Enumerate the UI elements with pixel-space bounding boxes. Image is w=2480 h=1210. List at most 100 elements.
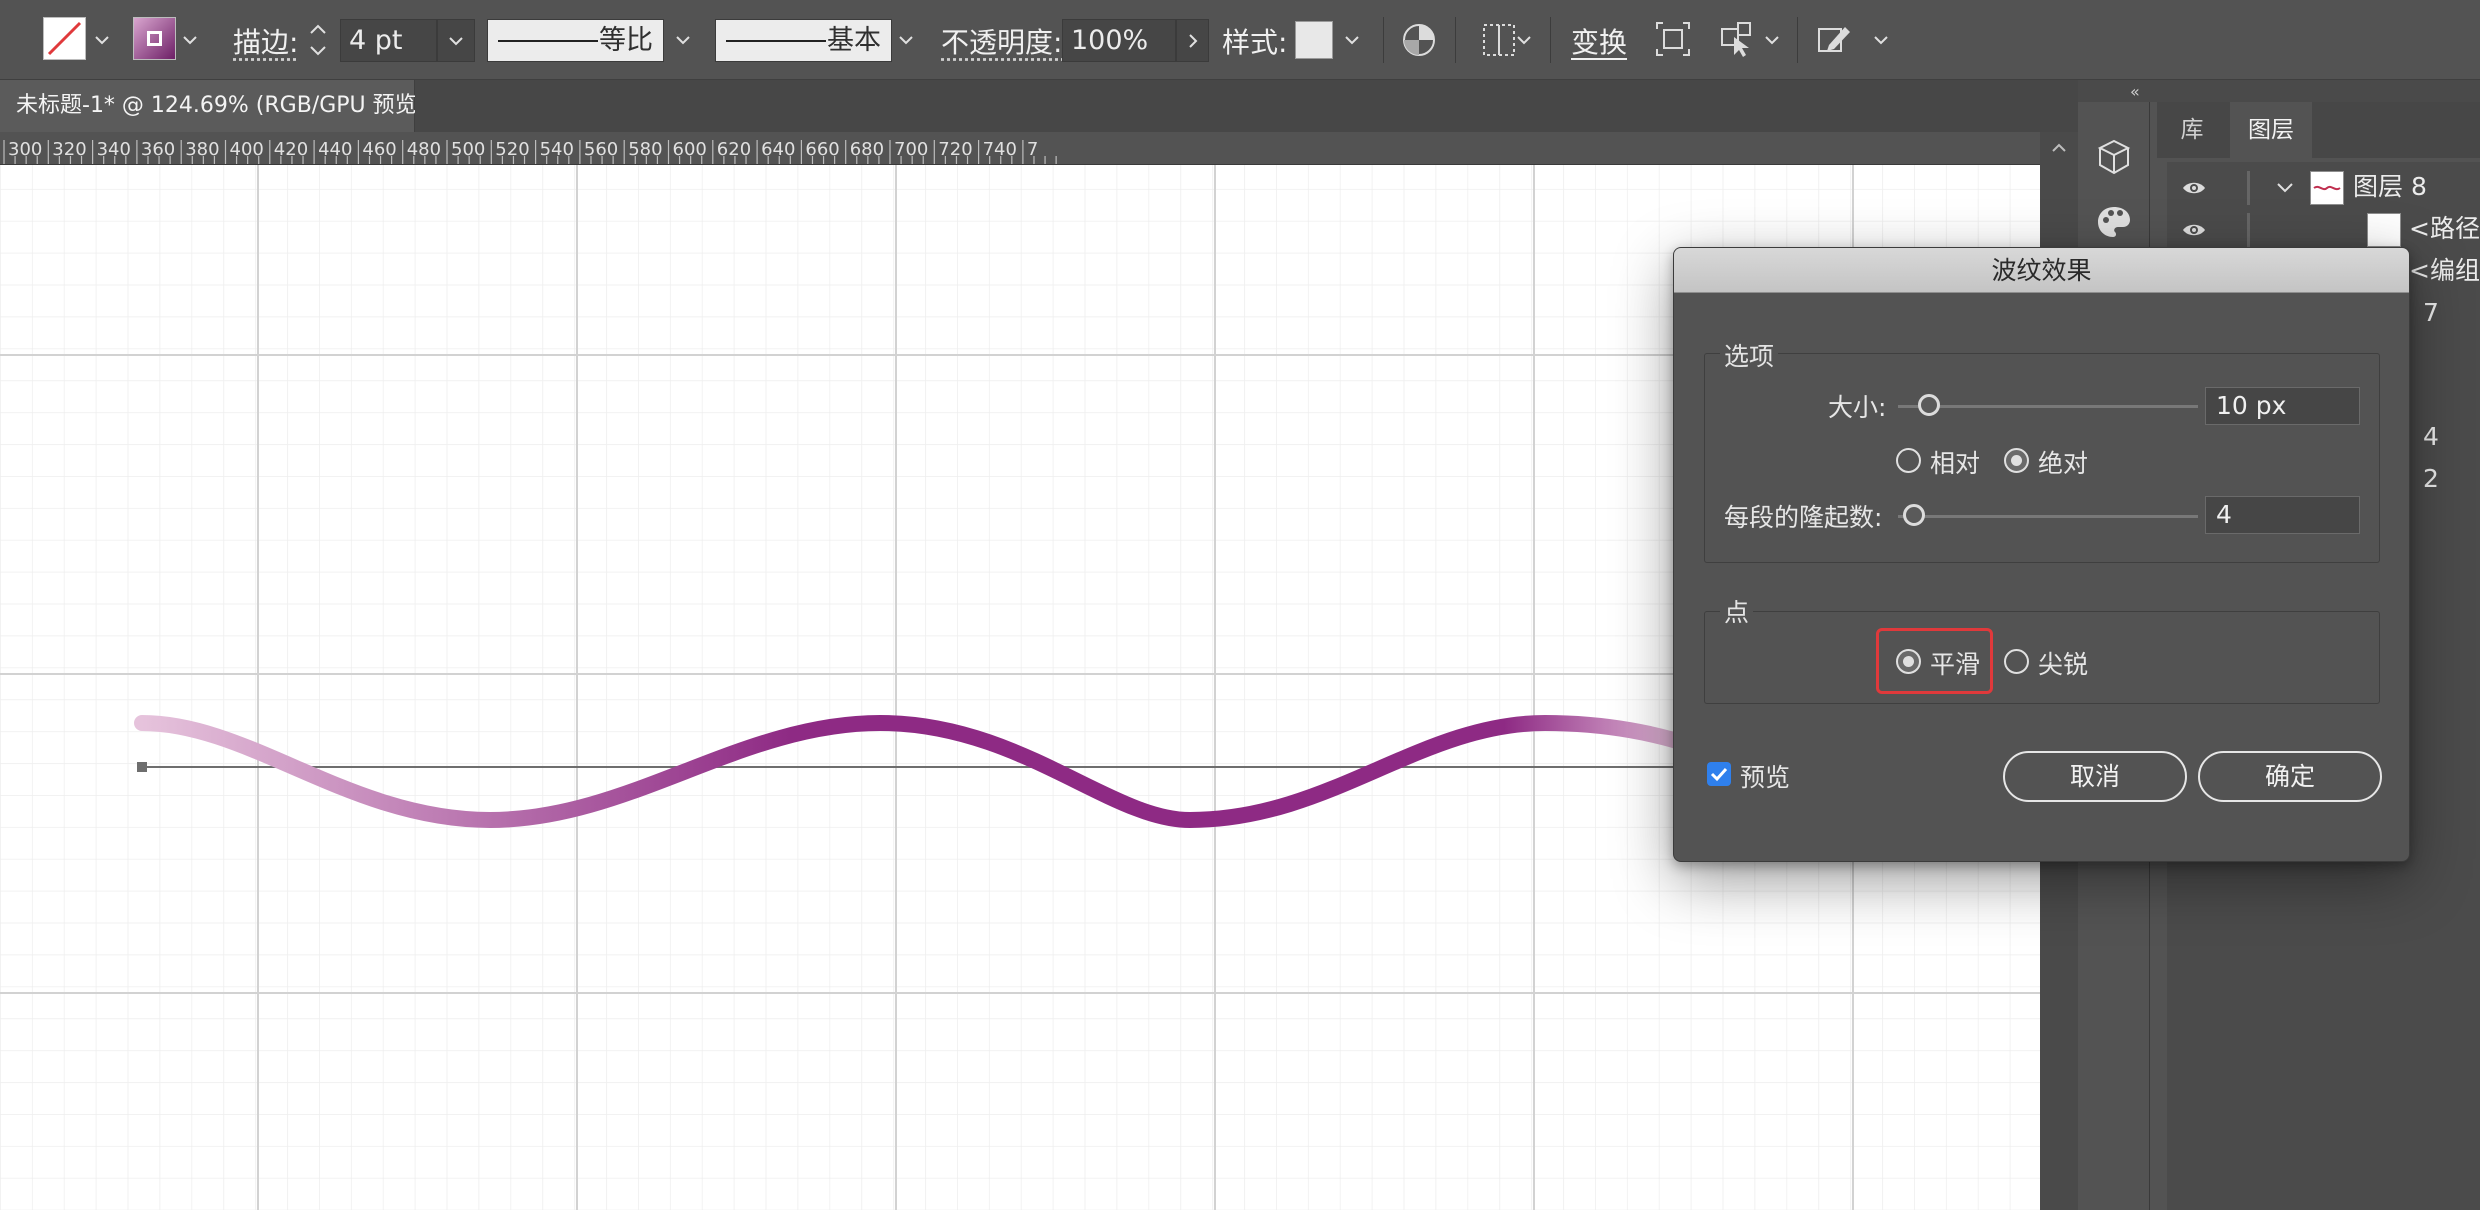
ruler-label: 740 [983, 139, 1017, 160]
ruler-label: 400 [230, 139, 264, 160]
tab-strip [415, 80, 2078, 132]
ridges-value: 4 [2216, 500, 2232, 529]
palette-icon[interactable] [2094, 202, 2134, 242]
stroke-weight-dropdown[interactable] [437, 19, 475, 62]
stepper-icon[interactable] [307, 19, 329, 61]
stroke-weight-field[interactable]: 4 pt [340, 19, 437, 62]
corner-label[interactable]: 尖锐 [2038, 645, 2088, 681]
fill-swatch[interactable] [43, 17, 86, 60]
ridges-field[interactable]: 4 [2205, 496, 2360, 534]
thumbnail-wave [2313, 185, 2341, 191]
stroke-swatch-inner [147, 31, 162, 46]
smooth-label[interactable]: 平滑 [1930, 645, 1980, 681]
ruler-label: 340 [97, 139, 131, 160]
size-field[interactable]: 10 px [2205, 387, 2360, 425]
profile-label: 等比 [599, 25, 653, 56]
absolute-label[interactable]: 绝对 [2038, 444, 2088, 480]
cc-libraries-icon[interactable] [2094, 137, 2134, 177]
graphic-style-swatch[interactable] [1295, 21, 1333, 59]
dialog-title: 波纹效果 [1991, 256, 2092, 285]
toolbar-divider [1797, 17, 1798, 63]
ruler-label: 640 [761, 139, 795, 160]
ruler-label: 500 [451, 139, 485, 160]
horizontal-ruler[interactable]: 300 320 340 360 380 400 420 440 460 480 500 520 540 5… [0, 132, 2040, 165]
ruler-label: 700 [894, 139, 928, 160]
corner-radio[interactable] [2004, 649, 2029, 674]
ruler-label: 7 [1027, 139, 1038, 160]
chevron-up-icon [2052, 143, 2066, 152]
chevron-down-icon[interactable] [181, 31, 199, 49]
chevron-down-icon[interactable] [1343, 31, 1361, 49]
opacity-field[interactable]: 100% [1062, 19, 1176, 62]
absolute-radio[interactable] [2004, 448, 2029, 473]
tab-libraries[interactable]: 库 [2157, 102, 2227, 158]
chevron-down-icon[interactable] [897, 31, 915, 49]
ruler-label: 540 [540, 139, 574, 160]
toolbar-divider [1383, 17, 1384, 63]
layer-color-bar [2247, 213, 2250, 247]
size-slider-knob[interactable] [1918, 394, 1940, 416]
layer-name[interactable]: <编组> [2409, 254, 2480, 288]
pen-edit-icon[interactable] [1815, 19, 1855, 59]
tab-layers[interactable]: 图层 [2230, 102, 2312, 158]
size-label: 大小: [1828, 393, 1887, 422]
ruler-label: 360 [141, 139, 175, 160]
variable-width-profile[interactable]: 等比 [487, 19, 664, 62]
stroke-swatch[interactable] [133, 17, 176, 60]
ok-button[interactable]: 确定 [2198, 751, 2382, 802]
layer-name[interactable]: <路径> [2409, 212, 2480, 246]
chevron-down-icon[interactable] [674, 31, 692, 49]
toolbar-divider [1455, 17, 1456, 63]
dock-collapse-bar[interactable]: « [2078, 80, 2480, 102]
tab-layers-label: 图层 [2248, 117, 2294, 143]
collapse-panels-icon[interactable]: « [2130, 82, 2140, 101]
brush-line [726, 40, 826, 42]
eye-icon[interactable] [2181, 178, 2207, 198]
isolate-object-icon[interactable] [1653, 19, 1693, 59]
layer-row[interactable]: 图层 8 [2167, 168, 2480, 208]
ruler-label: 520 [495, 139, 529, 160]
layer-name[interactable]: 图层 8 [2353, 170, 2427, 204]
relative-radio[interactable] [1896, 448, 1921, 473]
preview-checkbox[interactable] [1707, 762, 1731, 786]
smooth-radio[interactable] [1896, 649, 1921, 674]
select-similar-icon[interactable] [1718, 19, 1758, 59]
size-value: 10 px [2216, 391, 2287, 420]
stroke-label[interactable]: 描边: [233, 21, 298, 61]
disclosure-chevron-icon[interactable] [2275, 179, 2295, 197]
ridges-slider-knob[interactable] [1903, 504, 1925, 526]
layer-name[interactable]: 2 [2423, 462, 2439, 496]
style-label: 样式: [1222, 26, 1288, 59]
layer-thumbnail [2310, 171, 2344, 205]
preview-label[interactable]: 预览 [1740, 758, 1790, 794]
recolor-artwork-icon[interactable] [1400, 21, 1438, 59]
cancel-button[interactable]: 取消 [2003, 751, 2187, 802]
cancel-button-label: 取消 [2069, 762, 2120, 791]
ruler-label: 660 [805, 139, 839, 160]
document-tab[interactable]: 未标题-1* @ 124.69% (RGB/GPU 预览) [0, 80, 425, 132]
ridges-slider-track[interactable] [1898, 515, 2198, 518]
chevron-down-icon[interactable] [1872, 31, 1890, 49]
opacity-label[interactable]: 不透明度: [941, 21, 1062, 61]
layer-row[interactable]: <路径> [2167, 210, 2480, 250]
align-icon[interactable] [1480, 21, 1520, 59]
chevron-down-icon[interactable] [1763, 31, 1781, 49]
size-slider-track[interactable] [1898, 405, 2198, 408]
opacity-arrow-button[interactable] [1176, 19, 1209, 62]
zigzag-dialog: 波纹效果 选项 大小: 10 px 相对 绝对 每段的隆起数: 4 点 平滑 尖… [1673, 247, 2410, 862]
brush-definition[interactable]: 基本 [715, 19, 892, 62]
ruler-label: 600 [673, 139, 707, 160]
ridges-label: 每段的隆起数: [1724, 503, 1883, 532]
eye-icon[interactable] [2181, 220, 2207, 240]
layer-name[interactable]: 7 [2423, 296, 2439, 330]
toolbar-divider [1550, 17, 1551, 63]
relative-label[interactable]: 相对 [1930, 444, 1980, 480]
layer-name[interactable]: 4 [2423, 420, 2439, 454]
dialog-titlebar[interactable]: 波纹效果 [1674, 248, 2409, 293]
path-anchor-point [137, 762, 147, 772]
scroll-up-button[interactable] [2040, 132, 2078, 165]
chevron-down-icon[interactable] [93, 31, 111, 49]
options-group-title: 选项 [1720, 337, 1779, 373]
chevron-down-icon[interactable] [1515, 31, 1533, 49]
transform-button[interactable]: 变换 [1571, 21, 1627, 61]
